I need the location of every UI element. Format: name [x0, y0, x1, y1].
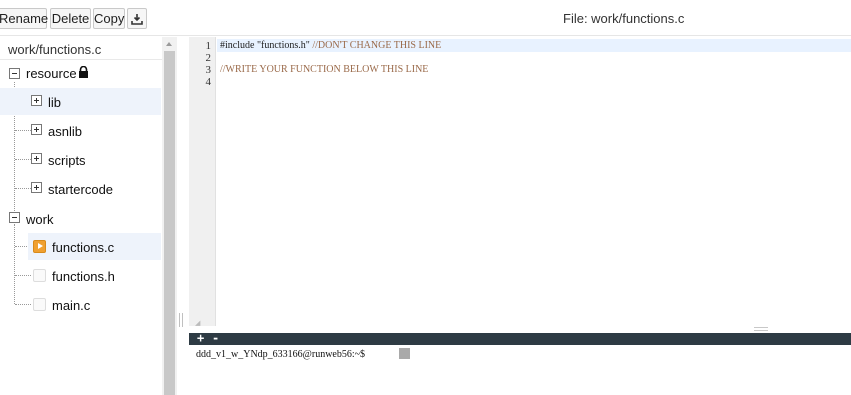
tree-label: startercode	[48, 182, 114, 197]
tree-folder-lib[interactable]: lib	[0, 88, 161, 115]
code-line[interactable]: //WRITE YOUR FUNCTION BELOW THIS LINE	[220, 64, 428, 76]
remove-terminal-button[interactable]: -	[212, 331, 219, 345]
vertical-splitter-handle[interactable]	[179, 313, 183, 327]
tree-file-main-c[interactable]: main.c	[28, 291, 161, 318]
run-file-icon	[33, 240, 46, 253]
comment-token: //WRITE YOUR FUNCTION BELOW THIS LINE	[220, 64, 429, 75]
expand-toggle-icon[interactable]	[31, 153, 42, 164]
terminal-prompt: ddd_v1_w_YNdp_633166@runweb56:~$	[196, 349, 366, 360]
file-icon	[33, 269, 46, 282]
line-number-gutter: 1 2 3 4	[189, 37, 216, 326]
tree-folder-scripts[interactable]: scripts	[0, 146, 161, 173]
add-terminal-button[interactable]: +	[197, 331, 204, 345]
tree-guide-work	[14, 224, 15, 304]
scrollbar-thumb[interactable]	[164, 51, 175, 395]
preprocessor-token: #include	[220, 40, 257, 51]
line-number: 2	[205, 52, 212, 64]
expand-toggle-icon[interactable]	[31, 95, 42, 106]
tree-label: asnlib	[48, 124, 82, 139]
tree-folder-resource[interactable]: resource	[0, 60, 161, 87]
tree-scrollbar[interactable]	[162, 37, 177, 395]
rename-button[interactable]: Rename	[0, 8, 48, 29]
tree-label: resource	[26, 66, 77, 81]
horizontal-splitter-handle[interactable]	[754, 327, 768, 331]
line-number: 1	[205, 40, 212, 52]
tree-label: scripts	[48, 153, 86, 168]
terminal-toolbar: + -	[189, 331, 851, 345]
tree-folder-asnlib[interactable]: asnlib	[0, 117, 161, 144]
collapse-toggle-icon[interactable]	[9, 212, 20, 223]
download-icon	[131, 14, 143, 25]
line-number: 4	[205, 76, 212, 88]
lock-icon	[79, 66, 88, 78]
code-editor[interactable]: 1 2 3 4 #include "functions.h" //DON'T C…	[189, 37, 851, 326]
comment-token: //DON'T CHANGE THIS LINE	[309, 40, 442, 51]
tree-label: functions.h	[52, 269, 115, 284]
toolbar: Rename Delete Copy File: work/functions.…	[0, 0, 851, 36]
resize-corner-icon: ◢	[195, 320, 201, 327]
delete-button[interactable]: Delete	[50, 8, 91, 29]
file-title: File: work/functions.c	[563, 11, 685, 26]
tree-folder-startercode[interactable]: startercode	[0, 175, 161, 202]
tree-label: main.c	[52, 298, 91, 313]
terminal-cursor	[399, 348, 410, 359]
tree-root-path: work/functions.c	[8, 42, 102, 57]
line-number: 3	[205, 64, 212, 76]
code-line[interactable]: #include "functions.h" //DON'T CHANGE TH…	[220, 40, 441, 52]
expand-toggle-icon[interactable]	[31, 124, 42, 135]
copy-button[interactable]: Copy	[93, 8, 125, 29]
tree-label: work	[26, 212, 54, 227]
string-token: "functions.h"	[256, 40, 310, 51]
collapse-toggle-icon[interactable]	[9, 68, 20, 79]
tree-file-functions-h[interactable]: functions.h	[28, 262, 161, 289]
tree-label: lib	[48, 95, 62, 110]
file-tree: work/functions.c resource lib asnlib scr…	[0, 37, 162, 395]
download-button[interactable]	[127, 8, 147, 29]
file-icon	[33, 298, 46, 311]
scroll-up-arrow-icon[interactable]	[166, 42, 172, 46]
terminal-panel[interactable]: ddd_v1_w_YNdp_633166@runweb56:~$	[189, 345, 851, 395]
tree-folder-work[interactable]: work	[0, 205, 161, 232]
tree-label: functions.c	[52, 240, 115, 255]
expand-toggle-icon[interactable]	[31, 182, 42, 193]
tree-file-functions-c[interactable]: functions.c	[28, 233, 161, 260]
